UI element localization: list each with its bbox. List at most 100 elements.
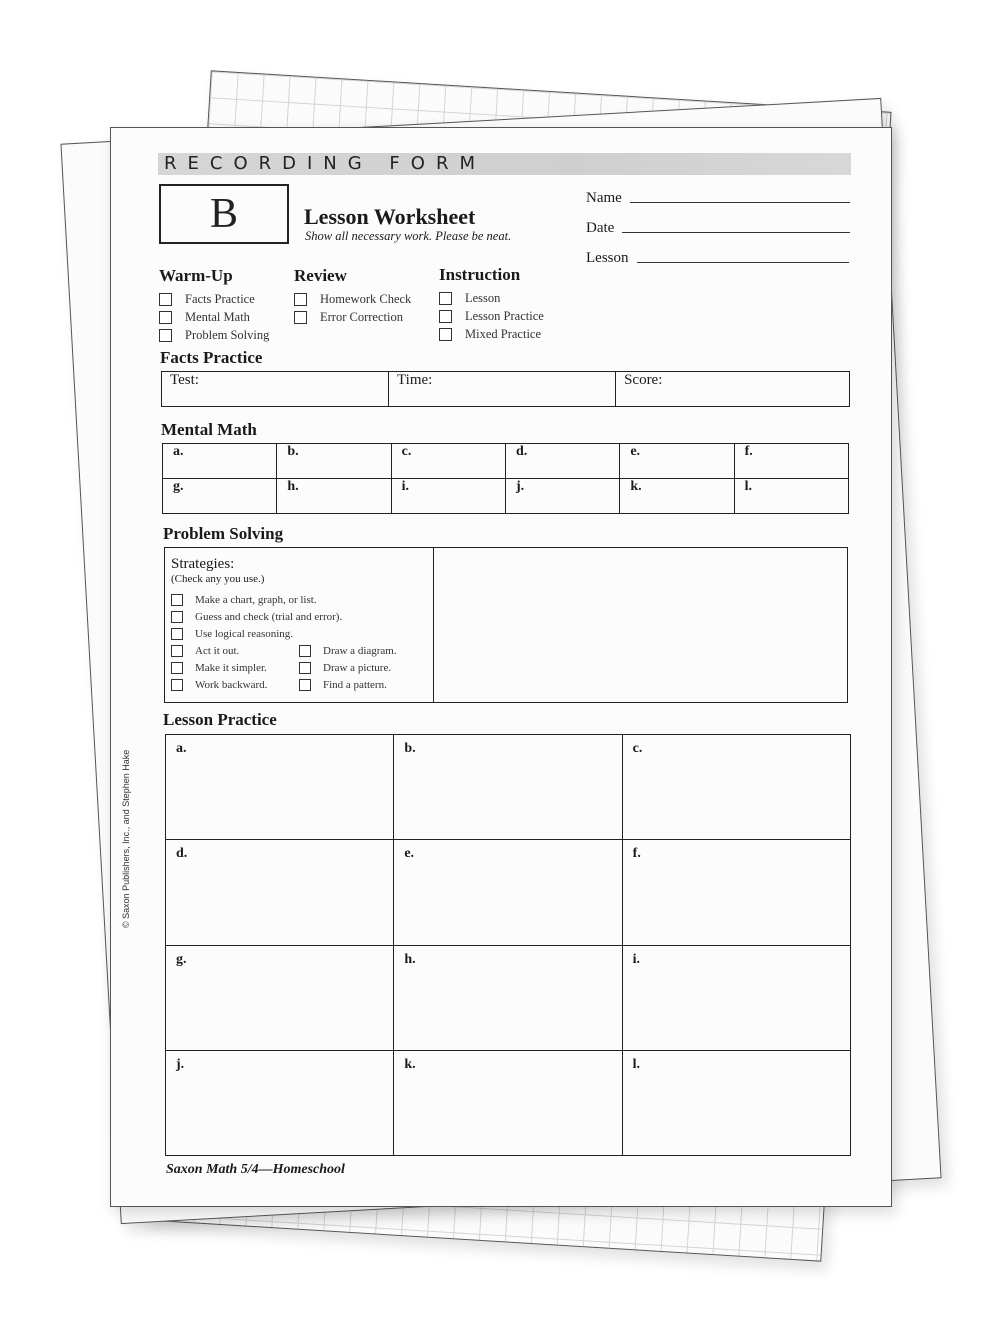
checkbox-label: Work backward. [195, 678, 268, 691]
facts-practice-title: Facts Practice [160, 348, 263, 367]
checkbox[interactable] [171, 644, 183, 657]
checkbox-item[interactable]: Draw a picture. [299, 659, 427, 676]
checkbox[interactable] [299, 678, 311, 691]
answer-cell[interactable]: b. [276, 443, 392, 479]
checkbox[interactable] [171, 661, 183, 674]
checkbox[interactable] [294, 310, 307, 324]
checkbox-item[interactable]: Error Correction [294, 308, 411, 326]
answer-cell[interactable]: a. [161, 443, 278, 479]
checkbox-item[interactable]: Lesson Practice [439, 307, 544, 325]
checkbox[interactable] [294, 292, 307, 306]
lesson-practice-title: Lesson Practice [163, 710, 277, 729]
mental-math-table: a. b. c. d. e. f. g. h. i. j. k. l. [161, 443, 850, 514]
form-letter-box: B [159, 184, 289, 244]
checkbox-label: Facts Practice [185, 291, 255, 306]
checkbox[interactable] [171, 593, 183, 606]
answer-cell[interactable]: j. [164, 1049, 395, 1157]
lesson-practice-table: a. b. c. d. e. f. g. h. i. j. k. l. [164, 733, 852, 1157]
problem-solving-title: Problem Solving [163, 524, 284, 543]
checkbox[interactable] [171, 610, 183, 623]
answer-cell[interactable]: i. [621, 944, 852, 1051]
answer-cell[interactable]: e. [393, 839, 623, 946]
checkbox[interactable] [159, 292, 172, 306]
checkbox-item[interactable]: Draw a diagram. [299, 642, 427, 659]
answer-cell[interactable]: g. [161, 478, 278, 514]
checkbox-label: Make a chart, graph, or list. [195, 593, 317, 606]
checkbox-item[interactable]: Mental Math [159, 308, 269, 326]
worksheet-subtitle: Show all necessary work. Please be neat. [305, 229, 512, 243]
score-cell[interactable]: Score: [615, 371, 850, 407]
answer-cell[interactable]: k. [393, 1049, 623, 1157]
date-label: Date [586, 220, 615, 236]
recording-form-banner: RECORDING FORM [158, 153, 851, 175]
date-input-line[interactable] [622, 231, 851, 233]
checkbox[interactable] [159, 328, 172, 342]
checkbox-item[interactable]: Find a pattern. [299, 676, 427, 693]
answer-cell[interactable]: f. [621, 839, 852, 946]
checkbox-item[interactable]: Facts Practice [159, 290, 269, 308]
checkbox-label: Draw a diagram. [323, 644, 397, 657]
form-letter: B [209, 191, 238, 237]
group-warm-up: Warm-Up Facts Practice Mental Math Probl… [159, 266, 269, 344]
checkbox-label: Mental Math [185, 309, 250, 324]
answer-cell[interactable]: b. [393, 733, 623, 841]
checkbox-item[interactable]: Lesson [439, 289, 544, 307]
problem-solving-work-area[interactable] [433, 547, 848, 703]
answer-cell[interactable]: d. [164, 839, 395, 946]
checkbox-item[interactable]: Homework Check [294, 290, 411, 308]
answer-cell[interactable]: e. [619, 443, 735, 479]
strategies-label: Strategies: [171, 556, 235, 572]
checkbox-label: Find a pattern. [323, 678, 387, 691]
lesson-field[interactable]: Lesson [586, 250, 849, 267]
checkbox[interactable] [299, 661, 311, 674]
checkbox[interactable] [159, 310, 172, 324]
date-field[interactable]: Date [586, 220, 851, 237]
worksheet-page: RECORDING FORM B Lesson Worksheet Show a… [110, 127, 892, 1207]
strategies-hint: (Check any you use.) [171, 573, 265, 585]
checkbox[interactable] [171, 627, 183, 640]
answer-cell[interactable]: d. [504, 443, 621, 479]
name-label: Name [586, 190, 622, 206]
checkbox-item[interactable]: Make a chart, graph, or list. [171, 591, 427, 608]
answer-cell[interactable]: h. [276, 478, 392, 514]
copyright-notice: © Saxon Publishers, Inc., and Stephen Ha… [121, 749, 131, 928]
checkbox-label: Draw a picture. [323, 661, 392, 674]
checkbox-item[interactable]: Guess and check (trial and error). [171, 608, 427, 625]
name-input-line[interactable] [629, 201, 850, 203]
time-label: Time: [397, 372, 433, 388]
checkbox[interactable] [299, 644, 311, 657]
checkbox-item[interactable]: Act it out. [171, 642, 299, 659]
checkbox-label: Mixed Practice [465, 326, 542, 341]
checkbox-label: Homework Check [320, 291, 412, 306]
answer-cell[interactable]: c. [621, 733, 852, 841]
group-title: Review [294, 266, 347, 285]
answer-cell[interactable]: i. [390, 478, 506, 514]
checkbox-item[interactable]: Problem Solving [159, 326, 269, 344]
answer-cell[interactable]: a. [164, 733, 395, 841]
time-cell[interactable]: Time: [388, 371, 617, 407]
answer-cell[interactable]: f. [733, 443, 850, 479]
answer-cell[interactable]: g. [164, 944, 395, 1051]
lesson-label: Lesson [586, 250, 629, 266]
checkbox[interactable] [439, 327, 452, 341]
lesson-input-line[interactable] [636, 261, 849, 263]
checkbox[interactable] [439, 291, 452, 305]
answer-cell[interactable]: k. [619, 478, 735, 514]
checkbox[interactable] [171, 678, 183, 691]
checkbox-item[interactable]: Work backward. [171, 676, 299, 693]
checkbox-item[interactable]: Make it simpler. [171, 659, 299, 676]
answer-cell[interactable]: h. [393, 944, 623, 1051]
checkbox-item[interactable]: Mixed Practice [439, 325, 544, 343]
answer-cell[interactable]: l. [733, 478, 850, 514]
checkbox[interactable] [439, 309, 452, 323]
answer-cell[interactable]: c. [390, 443, 506, 479]
mental-math-title: Mental Math [161, 420, 257, 439]
checkbox-item[interactable]: Use logical reasoning. [171, 625, 427, 642]
facts-practice-table: Test: Time: Score: [160, 371, 850, 407]
answer-cell[interactable]: j. [504, 478, 621, 514]
checkbox-label: Problem Solving [185, 327, 270, 342]
name-field[interactable]: Name [586, 190, 850, 207]
group-title: Warm-Up [159, 266, 233, 285]
answer-cell[interactable]: l. [621, 1049, 852, 1157]
test-cell[interactable]: Test: [160, 371, 390, 407]
